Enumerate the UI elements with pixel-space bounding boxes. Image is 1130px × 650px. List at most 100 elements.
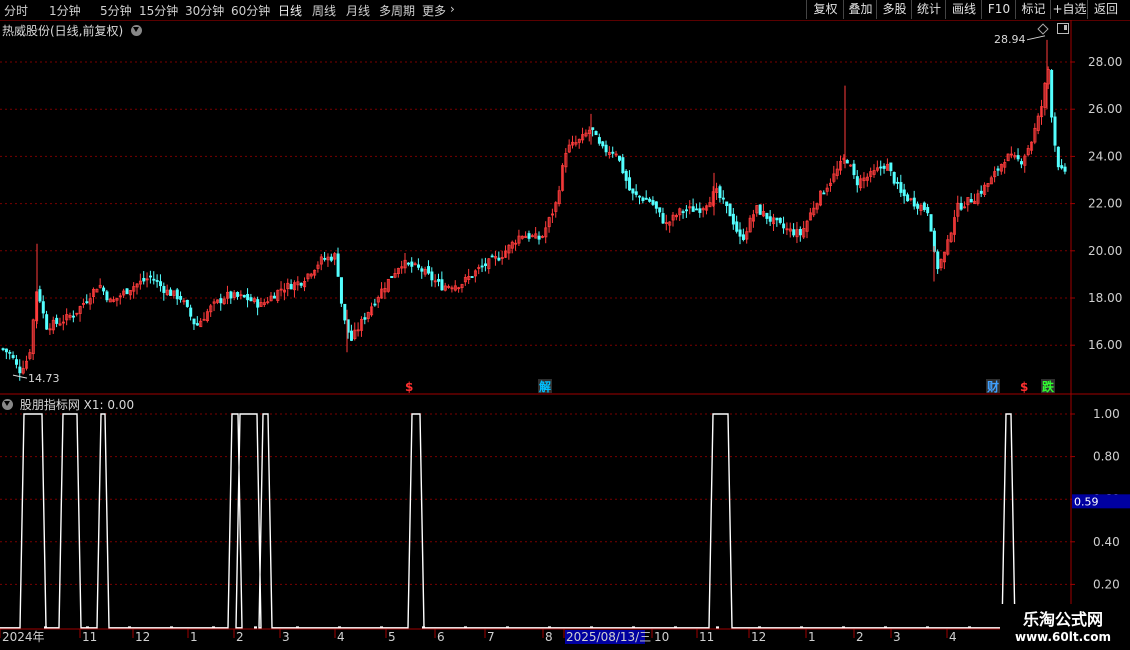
candle-body	[155, 280, 159, 282]
candle-body	[470, 276, 474, 278]
tab-daily[interactable]: 日线	[278, 2, 302, 19]
multi-stock-button[interactable]: 多股	[876, 0, 912, 19]
candle-body	[644, 197, 648, 200]
tab-timeshare[interactable]: 分时	[4, 2, 28, 19]
candle-body	[105, 291, 109, 301]
candle-body	[741, 234, 745, 240]
candle-body	[11, 355, 15, 358]
candle-body	[604, 144, 608, 153]
candle-body	[185, 299, 189, 307]
candle-body	[246, 293, 250, 301]
candle-body	[85, 301, 89, 304]
adjust-button[interactable]: 复权	[806, 0, 844, 19]
candle-body	[912, 197, 916, 207]
candle-body	[658, 207, 662, 213]
tab-more[interactable]: 更多	[422, 2, 446, 19]
max-price-arrow	[1026, 35, 1046, 41]
candle-body	[661, 213, 665, 224]
candle-body	[162, 286, 166, 293]
indicator-tick-label: 0.20	[1093, 577, 1120, 591]
candle-body	[55, 317, 59, 324]
candle-body	[480, 265, 484, 268]
candle-body	[349, 330, 353, 341]
price-tick-label: 16.00	[1088, 338, 1122, 352]
candle-body	[373, 303, 377, 306]
tab-1min[interactable]: 1分钟	[49, 2, 81, 19]
tab-30min[interactable]: 30分钟	[185, 2, 224, 19]
watermark-title: 乐淘公式网	[1022, 610, 1103, 629]
candle-body	[497, 257, 501, 261]
back-button[interactable]: 返回	[1087, 0, 1124, 19]
candle-body	[591, 127, 595, 130]
x-tick-label: 10	[654, 630, 669, 644]
candle-body	[721, 197, 725, 200]
axis-labels: 28.00 26.00 24.00 22.00 20.00 18.00 16.00 1.00 0…	[2, 33, 1130, 644]
candle-body	[654, 201, 658, 209]
candle-body	[527, 233, 531, 239]
candle-body	[681, 211, 685, 214]
candle-body	[634, 191, 638, 195]
candle-body	[1016, 155, 1020, 160]
tab-5min[interactable]: 5分钟	[100, 2, 132, 19]
candle-body	[4, 348, 8, 353]
candle-body	[329, 256, 333, 261]
candle-body	[148, 275, 152, 278]
candle-body	[624, 170, 628, 181]
draw-line-button[interactable]: 画线	[945, 0, 982, 19]
candle-body	[363, 317, 367, 320]
candle-body	[339, 277, 343, 304]
candle-body	[41, 301, 45, 314]
candle-body	[242, 294, 246, 298]
tab-monthly[interactable]: 月线	[346, 2, 370, 19]
candle-body	[916, 203, 920, 209]
tab-weekly[interactable]: 周线	[312, 2, 336, 19]
candle-body	[618, 155, 622, 161]
kline-chart[interactable]: 28.00 26.00 24.00 22.00 20.00 18.00 16.00 1.00 0…	[0, 20, 1130, 650]
candle-body	[728, 203, 732, 217]
tab-60min[interactable]: 60分钟	[231, 2, 270, 19]
x-tick-label: 2025/08/13/三	[566, 630, 651, 644]
candle-body	[725, 201, 729, 206]
candle-body	[483, 263, 487, 266]
tab-multi-period[interactable]: 多周期	[379, 2, 415, 19]
candle-body	[892, 172, 896, 184]
price-tick-label: 28.00	[1088, 55, 1122, 69]
f10-button[interactable]: F10	[981, 0, 1016, 19]
candle-body	[1053, 116, 1057, 146]
candle-body	[765, 212, 769, 219]
chevron-right-icon[interactable]: ›	[450, 2, 455, 16]
x-tick-label: 12	[135, 630, 150, 644]
candle-body	[852, 163, 856, 176]
candle-body	[594, 131, 598, 136]
candle-body	[926, 207, 930, 214]
indicator-tick-label: 0.40	[1093, 535, 1120, 549]
candle-body	[179, 296, 183, 300]
x-tick-label: 1	[808, 630, 816, 644]
candle-body	[731, 213, 735, 225]
candle-body	[718, 186, 722, 199]
x-tick-label: 2024年	[2, 630, 45, 644]
candle-body	[440, 279, 444, 291]
candle-body	[775, 217, 779, 221]
candle-body	[336, 253, 340, 277]
candle-body	[236, 291, 240, 297]
tab-15min[interactable]: 15分钟	[139, 2, 178, 19]
candle-body	[437, 279, 441, 282]
window-icon[interactable]	[1057, 23, 1069, 34]
candle-body	[698, 208, 702, 213]
candle-body	[691, 206, 695, 212]
candle-body	[299, 282, 303, 286]
candle-body	[628, 177, 632, 191]
stats-button[interactable]: 统计	[911, 0, 946, 19]
price-tick-label: 18.00	[1088, 291, 1122, 305]
candle-body	[71, 315, 75, 318]
candle-body	[922, 202, 926, 210]
x-tick-label: 5	[388, 630, 396, 644]
candle-body	[125, 288, 129, 295]
mark-button[interactable]: 标记	[1015, 0, 1051, 19]
overlay-button[interactable]: 叠加	[843, 0, 877, 19]
add-watchlist-button[interactable]: +自选	[1050, 0, 1088, 19]
candle-body	[159, 281, 163, 287]
price-tick-label: 26.00	[1088, 102, 1122, 116]
x-tick-label: 4	[949, 630, 957, 644]
